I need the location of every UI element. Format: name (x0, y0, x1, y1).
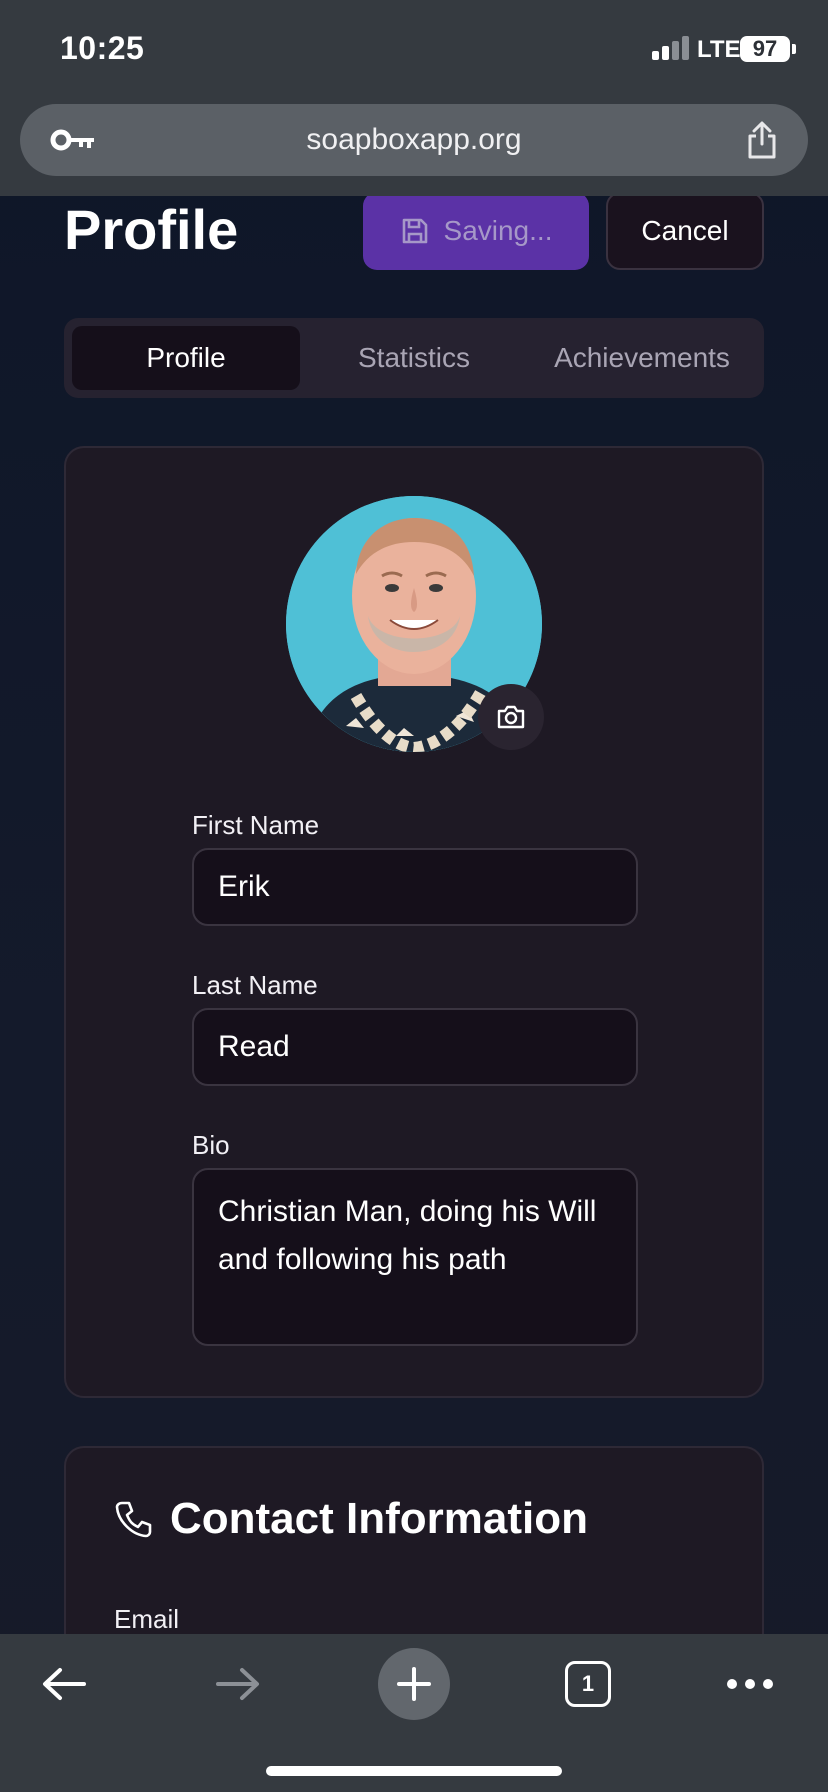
saving-button[interactable]: Saving... (363, 192, 589, 270)
last-name-input[interactable]: Read (192, 1008, 638, 1086)
battery-level: 97 (740, 36, 790, 62)
bio-label: Bio (192, 1130, 230, 1160)
last-name-label: Last Name (192, 970, 318, 1000)
forward-button[interactable] (198, 1644, 278, 1724)
tabs-icon: 1 (565, 1661, 611, 1707)
battery-tip (792, 44, 796, 54)
cellular-signal-icon (652, 36, 690, 60)
home-indicator[interactable] (266, 1766, 562, 1776)
page-title: Profile (64, 198, 239, 261)
plus-icon (397, 1667, 431, 1701)
phone-icon (115, 1501, 152, 1538)
tab-achievements[interactable]: Achievements (528, 326, 756, 390)
more-button[interactable] (710, 1644, 790, 1724)
floppy-disk-icon (402, 218, 427, 244)
network-type: LTE (697, 36, 741, 63)
back-arrow-icon (43, 1668, 86, 1700)
first-name-input[interactable]: Erik (192, 848, 638, 926)
cancel-button[interactable]: Cancel (606, 192, 764, 270)
tab-profile[interactable]: Profile (72, 326, 300, 390)
email-label: Email (114, 1604, 180, 1634)
browser-top-chrome: 10:25 LTE 97 soapboxapp.org (0, 0, 828, 196)
status-time: 10:25 (60, 30, 145, 66)
bio-textarea[interactable]: Christian Man, doing his Will and follow… (192, 1168, 638, 1346)
contact-heading-text: Contact Information (170, 1494, 588, 1543)
camera-icon (497, 705, 525, 729)
change-photo-button[interactable] (478, 684, 544, 750)
url-text[interactable]: soapboxapp.org (20, 104, 808, 176)
browser-bottom-toolbar: 1 (0, 1634, 828, 1792)
page: 10:25 LTE 97 soapboxapp.org Profile Savi… (0, 0, 828, 1792)
share-icon[interactable] (742, 120, 782, 160)
address-bar[interactable]: soapboxapp.org (20, 104, 808, 176)
saving-button-label: Saving... (443, 215, 553, 246)
tab-bar: Profile Statistics Achievements (64, 318, 764, 398)
status-bar: 10:25 LTE 97 (0, 0, 828, 96)
tabs-button[interactable]: 1 (548, 1644, 628, 1724)
contact-heading: Contact Information (114, 1494, 588, 1544)
more-icon (727, 1679, 773, 1689)
profile-card: First Name Erik Last Name Read Bio Chris… (64, 446, 764, 1398)
plus-circle (378, 1648, 450, 1720)
new-tab-button[interactable] (374, 1644, 454, 1724)
forward-arrow-icon (216, 1668, 259, 1700)
tab-statistics[interactable]: Statistics (300, 326, 528, 390)
first-name-label: First Name (192, 810, 320, 840)
back-button[interactable] (24, 1644, 104, 1724)
